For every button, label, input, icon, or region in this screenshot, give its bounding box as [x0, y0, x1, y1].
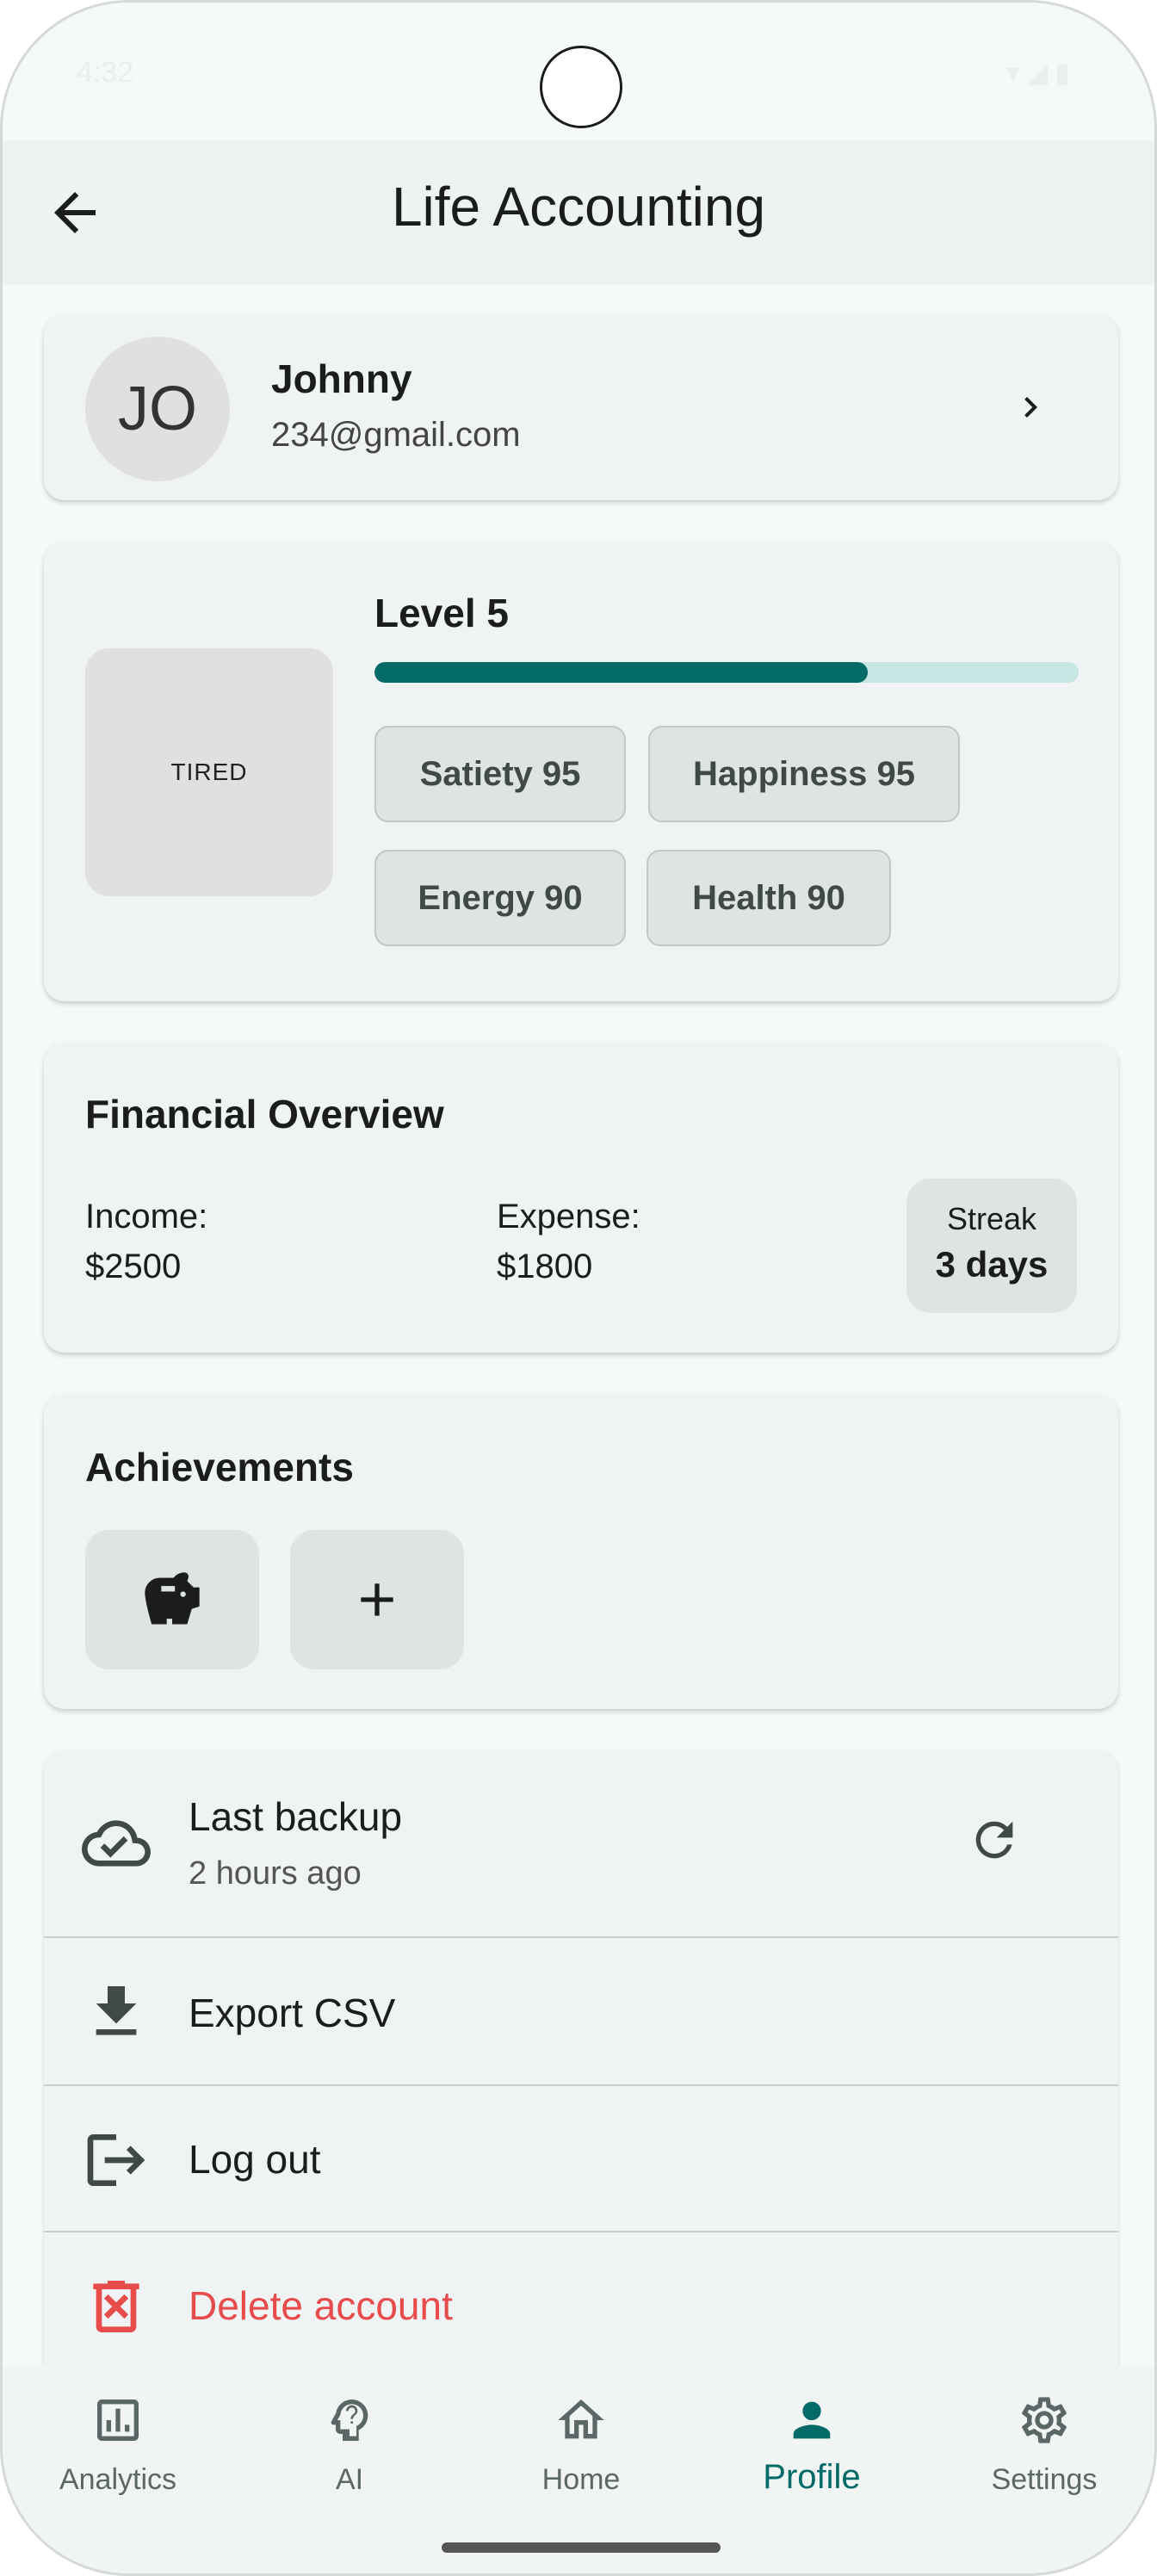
status-icons: ▾◢▮	[1005, 57, 1077, 88]
stat-chip-energy[interactable]: Energy 90	[374, 850, 626, 946]
home-icon	[558, 2400, 604, 2439]
gesture-bar[interactable]	[442, 2542, 721, 2553]
chevron-right-icon[interactable]	[1010, 387, 1051, 428]
backup-row[interactable]: Last backup 2 hours ago	[44, 1750, 1118, 1938]
user-name: Johnny	[271, 356, 412, 401]
delete-icon	[93, 2281, 139, 2332]
nav-home-label: Home	[541, 2463, 621, 2496]
nav-ai-label: AI	[335, 2463, 364, 2496]
financial-overview-title: Financial Overview	[85, 1092, 444, 1136]
export-csv-label: Export CSV	[189, 1991, 396, 2035]
expense-value: $1800	[497, 1248, 593, 1285]
achievement-piggy-bank[interactable]	[85, 1530, 259, 1669]
nav-settings-label: Settings	[991, 2463, 1098, 2496]
logout-row[interactable]: Log out	[44, 2086, 1118, 2232]
level-label: Level 5	[374, 591, 509, 635]
profile-card[interactable]: JO Johnny 234@gmail.com	[44, 314, 1118, 500]
nav-home[interactable]: Home	[478, 2393, 684, 2497]
download-icon	[96, 1986, 137, 2035]
stat-chip-health[interactable]: Health 90	[647, 850, 891, 946]
backup-title: Last backup	[189, 1794, 403, 1839]
piggy-bank-icon	[145, 1572, 200, 1625]
nav-settings[interactable]: Settings	[941, 2393, 1148, 2497]
logout-icon	[87, 2134, 145, 2186]
add-achievement-button[interactable]	[290, 1530, 464, 1669]
stat-chip-happiness[interactable]: Happiness 95	[648, 726, 960, 822]
status-time: 4:32	[77, 56, 134, 89]
camera-cutout	[540, 46, 622, 128]
avatar: JO	[85, 337, 230, 481]
refresh-icon[interactable]	[967, 1812, 1022, 1867]
delete-account-label: Delete account	[189, 2283, 453, 2328]
export-csv-row[interactable]: Export CSV	[44, 1938, 1118, 2086]
phone-frame: 4:32 ▾◢▮ Life Accounting JO Johnny 234@g…	[0, 0, 1157, 2576]
financial-overview-card: Financial Overview Income: $2500 Expense…	[44, 1043, 1118, 1353]
nav-analytics[interactable]: Analytics	[15, 2393, 221, 2497]
streak-badge: Streak 3 days	[906, 1179, 1077, 1313]
expense-label: Expense:	[497, 1198, 640, 1235]
analytics-icon	[97, 2400, 139, 2441]
status-bar: 4:32 ▾◢▮	[3, 3, 1154, 140]
achievements-card: Achievements	[44, 1394, 1118, 1709]
income-value: $2500	[85, 1248, 182, 1285]
nav-profile-label: Profile	[763, 2458, 861, 2496]
pet-status-card: TIRED Level 5 Satiety 95 Happiness 95 En…	[44, 542, 1118, 1001]
account-actions-card: Last backup 2 hours ago Export CSV Log o…	[44, 1750, 1118, 2367]
user-email: 234@gmail.com	[271, 416, 521, 454]
settings-icon	[1022, 2397, 1067, 2443]
page-title: Life Accounting	[391, 176, 766, 238]
app-bar: Life Accounting	[3, 140, 1154, 285]
achievements-title: Achievements	[85, 1445, 354, 1489]
backup-time: 2 hours ago	[189, 1855, 362, 1892]
profile-icon	[793, 2401, 831, 2439]
ai-icon	[331, 2400, 368, 2441]
streak-value: 3 days	[935, 1244, 1049, 1285]
streak-label: Streak	[946, 1201, 1037, 1236]
stat-chip-satiety[interactable]: Satiety 95	[374, 726, 626, 822]
cloud-done-icon	[82, 1820, 151, 1867]
delete-account-row[interactable]: Delete account	[44, 2232, 1118, 2367]
level-progress-bar	[374, 662, 1079, 683]
level-progress-fill	[374, 662, 868, 683]
logout-label: Log out	[189, 2137, 321, 2182]
nav-analytics-label: Analytics	[59, 2463, 177, 2496]
pet-avatar: TIRED	[85, 648, 333, 896]
nav-ai[interactable]: AI	[246, 2393, 453, 2497]
nav-profile[interactable]: Profile	[708, 2393, 915, 2497]
income-label: Income:	[85, 1198, 208, 1235]
plus-icon	[361, 1583, 393, 1616]
